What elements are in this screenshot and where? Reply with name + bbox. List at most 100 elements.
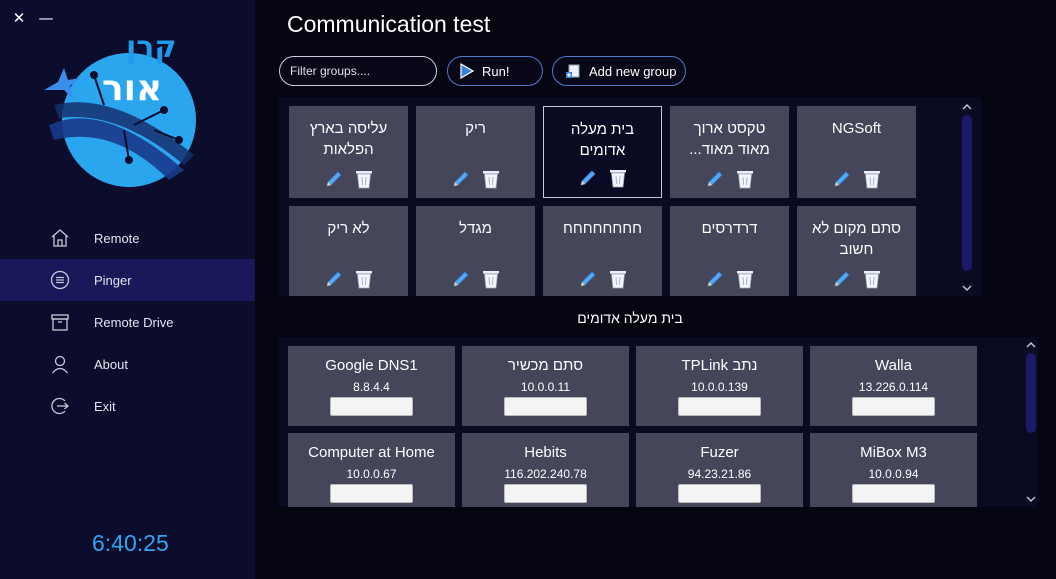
edit-pencil-icon[interactable]	[577, 268, 599, 290]
host-ip: 10.0.0.11	[520, 380, 571, 394]
delete-trash-icon[interactable]	[607, 167, 629, 189]
group-name: סתם מקום לא חשוב	[811, 220, 901, 258]
host-tile[interactable]: MiBox M3 10.0.0.94	[810, 433, 977, 507]
host-ip: 94.23.21.86	[687, 467, 752, 481]
hosts-scroll-up-icon[interactable]	[1025, 339, 1037, 351]
group-actions	[670, 168, 789, 190]
group-name: לא ריק	[327, 220, 370, 237]
delete-trash-icon[interactable]	[734, 168, 756, 190]
group-tile[interactable]: דרדרסים	[670, 206, 789, 296]
selected-group-label: בית מעלה אדומים	[577, 310, 683, 326]
close-window-button[interactable]: ✕	[9, 8, 29, 28]
groups-scrollbar-thumb[interactable]	[962, 115, 972, 271]
host-ip: 10.0.0.94	[868, 467, 919, 481]
delete-trash-icon[interactable]	[353, 168, 375, 190]
host-ip: 10.0.0.139	[691, 380, 748, 394]
host-name: MiBox M3	[860, 444, 927, 461]
delete-trash-icon[interactable]	[861, 268, 883, 290]
group-name: מגדל	[459, 220, 492, 237]
nav-item-remote[interactable]: Remote	[0, 217, 255, 259]
page-title: Communication test	[287, 11, 491, 37]
host-tile[interactable]: סתם מכשיר 10.0.0.11	[462, 346, 629, 426]
nav-label-remote-drive: Remote Drive	[94, 314, 174, 330]
host-tile[interactable]: Fuzer 94.23.21.86	[636, 433, 803, 507]
filter-groups-input[interactable]	[279, 56, 437, 86]
host-tile[interactable]: Google DNS1 8.8.4.4	[288, 346, 455, 426]
edit-pencil-icon[interactable]	[323, 168, 345, 190]
group-name: עליסה בארץ הפלאות	[309, 120, 388, 158]
person-icon	[52, 355, 68, 374]
group-tile[interactable]: NGSoft	[797, 106, 916, 198]
group-name: טקסט ארוך מאוד מאוד...	[689, 120, 770, 158]
ping-result-bar	[504, 397, 587, 416]
group-actions	[416, 268, 535, 290]
nav-label-remote: Remote	[94, 230, 140, 246]
delete-trash-icon[interactable]	[861, 168, 883, 190]
delete-trash-icon[interactable]	[480, 268, 502, 290]
edit-pencil-icon[interactable]	[704, 268, 726, 290]
add-new-group-label: Add new group	[589, 63, 677, 79]
group-tile[interactable]: בית מעלה אדומים	[543, 106, 662, 198]
edit-pencil-icon[interactable]	[831, 268, 853, 290]
nav-item-remote-drive[interactable]: Remote Drive	[0, 301, 255, 343]
app-logo: קרן אור	[34, 30, 204, 190]
run-button-label: Run!	[482, 63, 510, 79]
host-ip: 116.202.240.78	[504, 467, 587, 481]
group-name: ריק	[465, 120, 486, 137]
edit-pencil-icon[interactable]	[450, 268, 472, 290]
run-button[interactable]: Run!	[447, 56, 543, 86]
nav-label-about: About	[94, 356, 128, 372]
group-tile[interactable]: טקסט ארוך מאוד מאוד...	[670, 106, 789, 198]
host-tile[interactable]: Computer at Home 10.0.0.67	[288, 433, 455, 507]
host-name: Fuzer	[700, 444, 739, 461]
minimize-window-button[interactable]: —	[36, 8, 56, 28]
home-icon	[51, 229, 69, 247]
delete-trash-icon[interactable]	[480, 168, 502, 190]
hosts-scroll-down-icon[interactable]	[1025, 493, 1037, 505]
nav-item-about[interactable]: About	[0, 343, 255, 385]
group-tile[interactable]: לא ריק	[289, 206, 408, 296]
sidebar: ✕ — קרן אור Remote Pinger Remote Drive A…	[0, 0, 255, 579]
groups-scroll-down-icon[interactable]	[961, 282, 973, 294]
host-name: Hebits	[524, 444, 567, 461]
group-tile[interactable]: עליסה בארץ הפלאות	[289, 106, 408, 198]
nav-label-pinger: Pinger	[94, 272, 132, 288]
edit-pencil-icon[interactable]	[323, 268, 345, 290]
group-actions	[289, 168, 408, 190]
add-group-icon	[566, 64, 580, 78]
edit-pencil-icon[interactable]	[577, 167, 599, 189]
group-actions	[416, 168, 535, 190]
add-new-group-button[interactable]: Add new group	[552, 56, 686, 86]
host-tile[interactable]: Hebits 116.202.240.78	[462, 433, 629, 507]
host-tile[interactable]: TPLink נתב 10.0.0.139	[636, 346, 803, 426]
edit-pencil-icon[interactable]	[831, 168, 853, 190]
group-actions	[543, 268, 662, 290]
host-name: Walla	[875, 357, 912, 374]
edit-pencil-icon[interactable]	[450, 168, 472, 190]
ping-result-bar	[504, 484, 587, 503]
delete-trash-icon[interactable]	[607, 268, 629, 290]
host-tile[interactable]: Walla 13.226.0.114	[810, 346, 977, 426]
group-tile[interactable]: ריק	[416, 106, 535, 198]
nav-item-pinger[interactable]: Pinger	[0, 259, 255, 301]
ping-result-bar	[678, 397, 761, 416]
ping-result-bar	[852, 484, 935, 503]
host-ip: 13.226.0.114	[858, 380, 929, 394]
logo-text-main: אור	[102, 68, 163, 109]
host-ip: 8.8.4.4	[353, 380, 390, 394]
nav-item-exit[interactable]: Exit	[0, 385, 255, 427]
hosts-scrollbar-thumb[interactable]	[1026, 353, 1036, 433]
list-circle-icon	[50, 270, 70, 290]
play-icon	[460, 63, 474, 79]
group-tile[interactable]: מגדל	[416, 206, 535, 296]
group-tile[interactable]: חחחחחחחח	[543, 206, 662, 296]
delete-trash-icon[interactable]	[734, 268, 756, 290]
group-tile[interactable]: סתם מקום לא חשוב	[797, 206, 916, 296]
group-actions	[797, 168, 916, 190]
edit-pencil-icon[interactable]	[704, 168, 726, 190]
groups-scroll-up-icon[interactable]	[961, 101, 973, 113]
archive-box-icon	[51, 314, 69, 331]
ping-result-bar	[852, 397, 935, 416]
delete-trash-icon[interactable]	[353, 268, 375, 290]
host-name: Google DNS1	[325, 357, 418, 374]
